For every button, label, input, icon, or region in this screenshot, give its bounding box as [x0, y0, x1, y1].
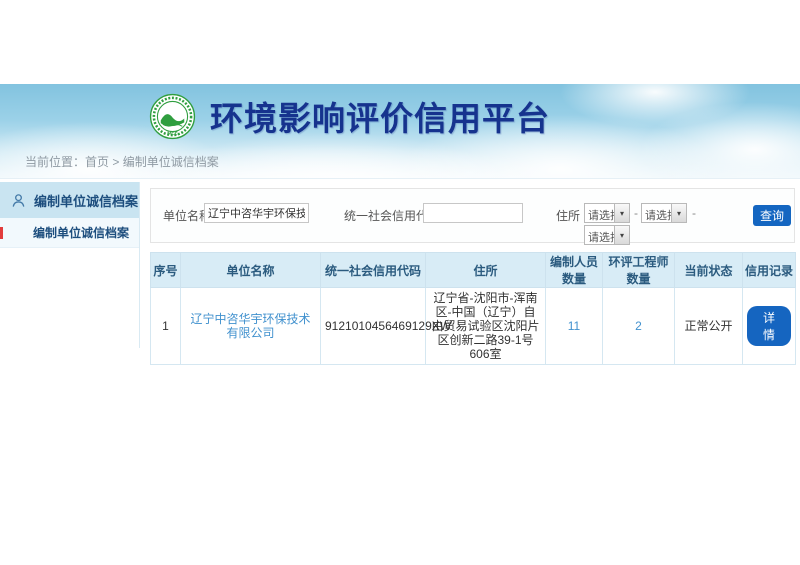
company-link[interactable]: 辽宁中咨华宇环保技术有限公司 [190, 312, 310, 340]
cell-staff-count: 11 [546, 288, 603, 365]
detail-button[interactable]: 详情 [747, 306, 791, 346]
cell-index: 1 [151, 288, 181, 365]
cell-unit-name: 辽宁中咨华宇环保技术有限公司 [181, 288, 321, 365]
sidebar-item-label: 编制单位诚信档案 [33, 224, 129, 241]
table-header-row: 序号 单位名称 统一社会信用代码 住所 编制人员数量 环评工程师数量 当前状态 … [151, 253, 796, 288]
chevron-down-icon: ▾ [614, 204, 629, 222]
site-header: MEE 环境影响评价信用平台 当前位置：首页 > 编制单位诚信档案 [0, 84, 800, 179]
col-address: 住所 [426, 253, 546, 288]
select-placeholder: 请选择 [585, 226, 614, 244]
col-status: 当前状态 [675, 253, 743, 288]
col-engineer-count: 环评工程师数量 [603, 253, 675, 288]
user-icon [11, 193, 26, 208]
address-separator: - [634, 206, 638, 220]
select-placeholder: 请选择 [642, 204, 671, 222]
staff-count-link[interactable]: 11 [568, 319, 580, 333]
svg-text:MEE: MEE [167, 130, 178, 136]
address-province-select[interactable]: 请选择 ▾ [584, 203, 630, 223]
cell-address: 辽宁省-沈阳市-浑南区-中国（辽宁）自由贸易试验区沈阳片区创新二路39-1号60… [426, 288, 546, 365]
unit-name-input[interactable] [204, 203, 309, 223]
breadcrumb: 当前位置：首页 > 编制单位诚信档案 [25, 153, 219, 170]
breadcrumb-separator: > [112, 155, 119, 169]
cell-status: 正常公开 [675, 288, 743, 365]
address-district-select[interactable]: 请选择 ▾ [584, 225, 630, 245]
col-staff-count: 编制人员数量 [546, 253, 603, 288]
mee-logo-icon: MEE [149, 93, 196, 140]
brand: MEE 环境影响评价信用平台 [149, 92, 550, 140]
query-button[interactable]: 查询 [753, 205, 791, 226]
active-marker [0, 227, 3, 239]
address-city-select[interactable]: 请选择 ▾ [641, 203, 687, 223]
sidebar: 编制单位诚信档案 编制单位诚信档案 [0, 182, 140, 348]
col-credit-record: 信用记录 [743, 253, 796, 288]
credit-code-input[interactable] [423, 203, 523, 223]
cell-engineer-count: 2 [603, 288, 675, 365]
breadcrumb-prefix: 当前位置： [25, 155, 85, 169]
sidebar-item-credit-archive[interactable]: 编制单位诚信档案 [0, 218, 139, 248]
sidebar-section-label: 编制单位诚信档案 [34, 191, 138, 210]
search-panel: 单位名称 ： 统一社会信用代码 ： 住所 ： 请选择 ▾ - 请选择 ▾ - 请… [150, 188, 795, 243]
chevron-down-icon: ▾ [671, 204, 686, 222]
chevron-down-icon: ▾ [614, 226, 629, 244]
site-title: 环境影响评价信用平台 [210, 92, 550, 140]
select-placeholder: 请选择 [585, 204, 614, 222]
breadcrumb-current: 编制单位诚信档案 [123, 155, 219, 169]
cell-credit-code: 9121010456469129XW [321, 288, 426, 365]
col-index: 序号 [151, 253, 181, 288]
address-separator: - [692, 206, 696, 220]
table-row: 1 辽宁中咨华宇环保技术有限公司 9121010456469129XW 辽宁省-… [151, 288, 796, 365]
breadcrumb-home-link[interactable]: 首页 [85, 155, 109, 169]
col-credit-code: 统一社会信用代码 [321, 253, 426, 288]
cloud-decoration [640, 102, 800, 179]
engineer-count-link[interactable]: 2 [635, 319, 642, 333]
cell-credit-record: 详情 [743, 288, 796, 365]
results-table: 序号 单位名称 统一社会信用代码 住所 编制人员数量 环评工程师数量 当前状态 … [150, 252, 796, 365]
sidebar-section-header[interactable]: 编制单位诚信档案 [0, 182, 139, 218]
col-unit-name: 单位名称 [181, 253, 321, 288]
